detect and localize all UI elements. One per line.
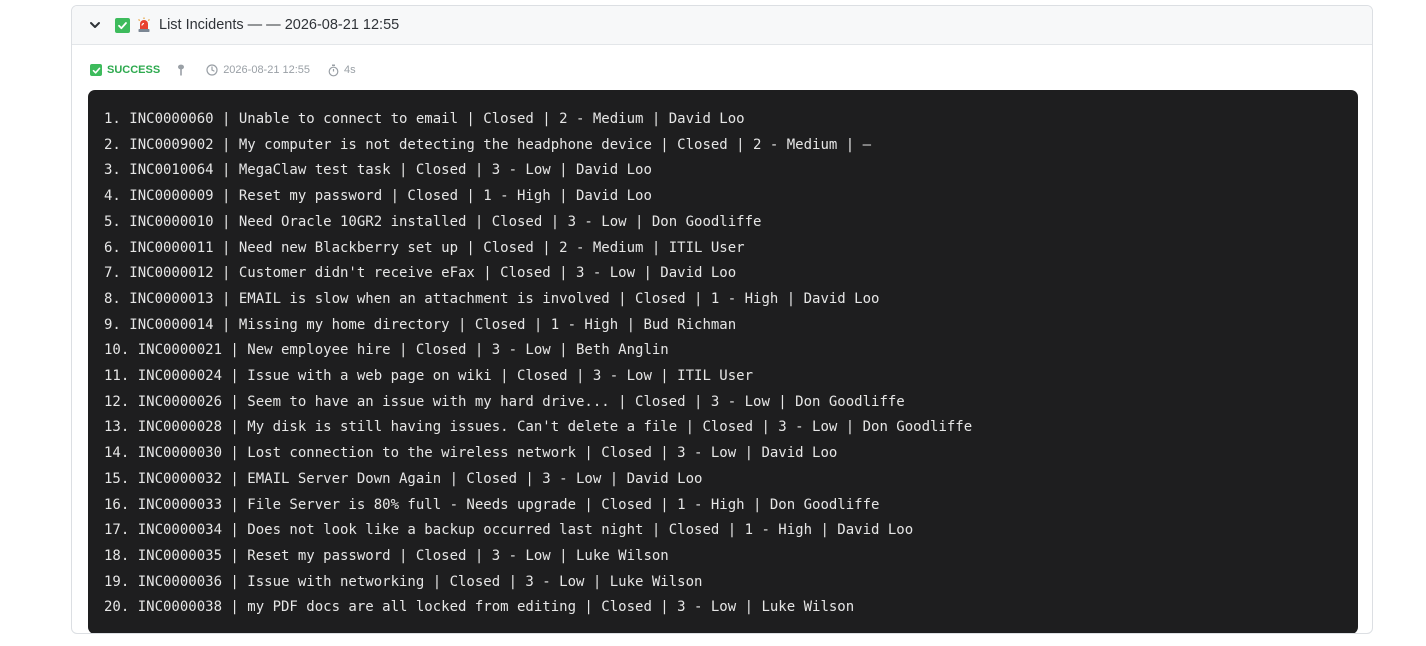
- output-line: 10. INC0000021 | New employee hire | Clo…: [104, 342, 669, 359]
- meta-bar: SUCCESS 2026-08-21 12:55 4s: [72, 45, 1372, 95]
- pin-icon: [176, 64, 186, 77]
- output-line: 16. INC0000033 | File Server is 80% full…: [104, 496, 880, 513]
- timestamp-text: 2026-08-21 12:55: [223, 64, 311, 76]
- output-line: 13. INC0000028 | My disk is still having…: [104, 419, 973, 436]
- output-line: 12. INC0000026 | Seem to have an issue w…: [104, 393, 905, 410]
- output-line: 17. INC0000034 | Does not look like a ba…: [104, 522, 914, 539]
- check-square-icon: [115, 17, 130, 33]
- output-line: 14. INC0000030 | Lost connection to the …: [104, 445, 838, 462]
- stopwatch-icon: [328, 64, 339, 76]
- output-line: 15. INC0000032 | EMAIL Server Down Again…: [104, 470, 703, 487]
- timestamp: 2026-08-21 12:55: [206, 64, 310, 76]
- clock-icon: [206, 64, 218, 76]
- duration-text: 4s: [344, 64, 356, 76]
- output-line: 2. INC0009002 | My computer is not detec…: [104, 136, 872, 153]
- output-line: 9. INC0000014 | Missing my home director…: [104, 316, 737, 333]
- chevron-down-icon[interactable]: [88, 18, 102, 32]
- output-line: 3. INC0010064 | MegaClaw test task | Clo…: [104, 162, 652, 179]
- output-line: 7. INC0000012 | Customer didn't receive …: [104, 265, 737, 282]
- output-line: 8. INC0000013 | EMAIL is slow when an at…: [104, 290, 880, 307]
- status-label: SUCCESS: [107, 64, 161, 76]
- check-square-icon: [90, 64, 102, 76]
- output-line: 11. INC0000024 | Issue with a web page o…: [104, 368, 754, 385]
- card-header[interactable]: List Incidents — — 2026-08-21 12:55: [72, 6, 1372, 45]
- output-line: 5. INC0000010 | Need Oracle 10GR2 instal…: [104, 213, 762, 230]
- output-line: 4. INC0000009 | Reset my password | Clos…: [104, 188, 652, 205]
- siren-icon: [137, 17, 151, 33]
- output-line: 18. INC0000035 | Reset my password | Clo…: [104, 547, 669, 564]
- duration: 4s: [328, 64, 356, 77]
- tool-call-card: List Incidents — — 2026-08-21 12:55 SUCC…: [71, 5, 1373, 634]
- card-title: List Incidents — — 2026-08-21 12:55: [159, 17, 400, 33]
- output-line: 20. INC0000038 | my PDF docs are all loc…: [104, 599, 855, 616]
- output-line: 6. INC0000011 | Need new Blackberry set …: [104, 239, 745, 256]
- output-line: 19. INC0000036 | Issue with networking |…: [104, 573, 703, 590]
- status-badge: SUCCESS: [90, 64, 160, 76]
- output-console: 1. INC0000060 | Unable to connect to ema…: [88, 90, 1358, 633]
- output-line: 1. INC0000060 | Unable to connect to ema…: [104, 111, 745, 127]
